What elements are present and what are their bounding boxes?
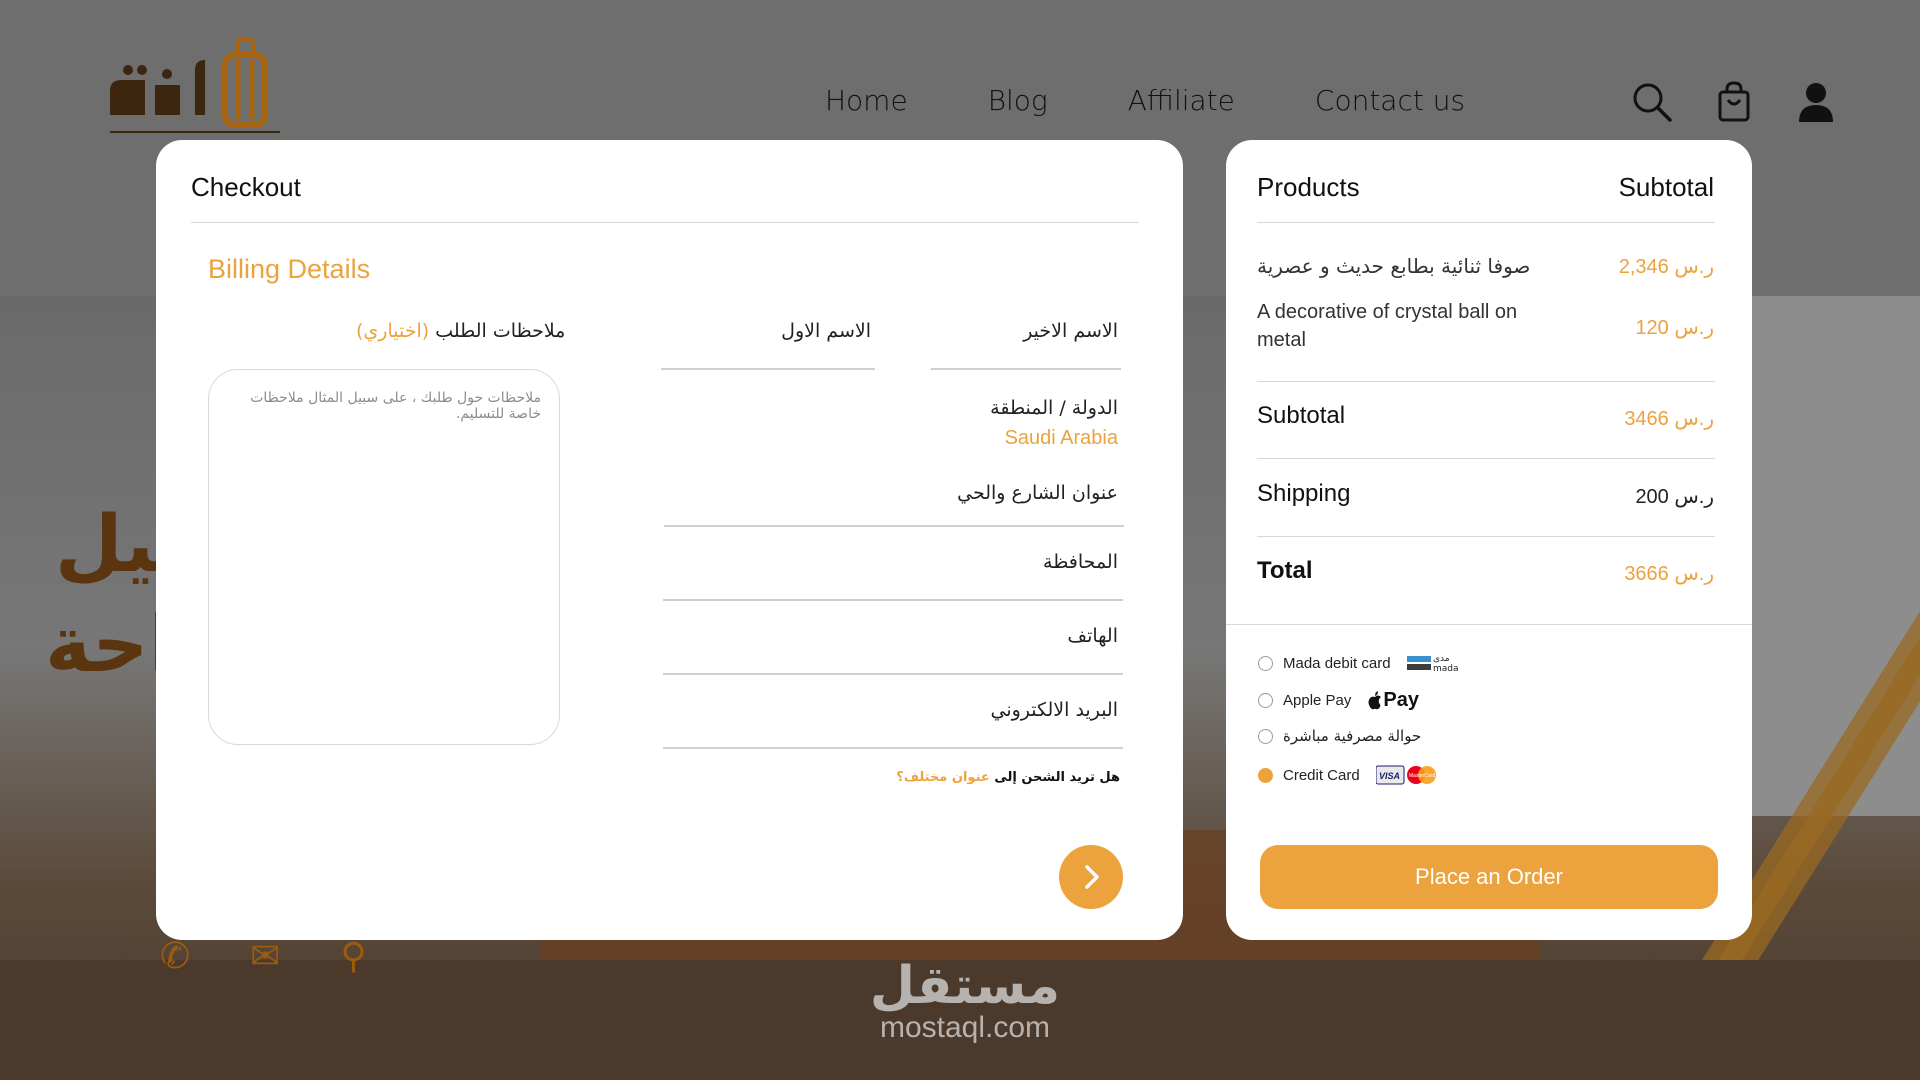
payment-option-bank-transfer[interactable]: حوالة مصرفية مباشرة — [1258, 727, 1421, 745]
payment-option-credit-card[interactable]: Credit Card VISA MasterCard — [1258, 764, 1438, 786]
radio-button[interactable] — [1258, 728, 1273, 744]
first-name-label: الاسم الاول — [781, 320, 871, 342]
apple-pay-logo-text: Pay — [1383, 689, 1419, 711]
watermark-arabic: مستقل — [869, 956, 1061, 1016]
street-field[interactable] — [664, 525, 1124, 527]
payment-option-label: Mada debit card — [1283, 654, 1391, 672]
product-name: A decorative of crystal ball on metal — [1257, 301, 1518, 351]
svg-text:MasterCard: MasterCard — [1409, 773, 1435, 779]
mada-logo-icon: مدى mada — [1406, 652, 1463, 674]
watermark-latin: mostaql.com — [879, 1011, 1051, 1044]
shopping-bag-icon[interactable] — [1712, 80, 1756, 124]
location-icon[interactable]: ⚲ — [340, 935, 366, 977]
province-label: المحافظة — [1043, 551, 1118, 573]
watermark: مستقل mostaql.com — [840, 960, 1090, 1044]
ship-different-address-link[interactable]: عنوان مختلف؟ — [896, 770, 989, 785]
first-name-field[interactable] — [661, 368, 875, 370]
apple-pay-logo-icon: Pay — [1367, 689, 1419, 712]
total-label: Total — [1257, 557, 1313, 584]
last-name-label: الاسم الاخير — [1023, 320, 1118, 342]
payment-option-label: Apple Pay — [1283, 692, 1352, 709]
street-label: عنوان الشارع والحي — [957, 482, 1118, 504]
order-summary-panel: Products Subtotal صوفا ثنائية بطابع حديث… — [1226, 140, 1752, 940]
contact-icons: ✆ ✉ ⚲ — [160, 935, 367, 977]
radio-button[interactable] — [1258, 693, 1273, 708]
search-icon[interactable] — [1630, 80, 1674, 124]
payment-option-mada[interactable]: Mada debit card مدى mada — [1258, 652, 1463, 674]
radio-button-selected[interactable] — [1258, 767, 1273, 783]
phone-icon[interactable]: ✆ — [160, 935, 190, 977]
radio-button[interactable] — [1258, 655, 1273, 671]
total-value: ر.س 3666 — [1624, 563, 1714, 585]
payment-option-apple-pay[interactable]: Apple Pay Pay — [1258, 689, 1419, 712]
checkout-divider — [191, 222, 1139, 223]
user-icon[interactable] — [1794, 80, 1838, 124]
svg-text:مدى: مدى — [1433, 654, 1450, 664]
ship-question-text: هل تريد الشحن إلى — [994, 770, 1120, 785]
order-notes-label-text: ملاحظات الطلب — [435, 320, 566, 342]
subtotal-header: Subtotal — [1618, 172, 1714, 202]
products-divider — [1257, 222, 1715, 223]
card-brands-icon: VISA MasterCard — [1375, 764, 1438, 786]
svg-text:VISA: VISA — [1379, 771, 1400, 781]
province-field[interactable] — [663, 599, 1123, 601]
phone-field[interactable] — [663, 673, 1123, 675]
mail-icon[interactable]: ✉ — [250, 935, 280, 977]
order-notes-input[interactable] — [229, 388, 543, 730]
items-divider — [1257, 381, 1715, 382]
main-nav: Home Blog Affiliate Contact us — [825, 84, 1465, 117]
nav-home[interactable]: Home — [825, 84, 908, 117]
products-header: Products — [1257, 172, 1360, 202]
billing-details-title: Billing Details — [208, 254, 371, 284]
subtotal-label: Subtotal — [1257, 402, 1346, 429]
order-notes-box — [208, 369, 560, 745]
shipping-label: Shipping — [1257, 480, 1351, 507]
country-select[interactable]: Saudi Arabia — [1005, 427, 1118, 450]
nav-affiliate[interactable]: Affiliate — [1128, 84, 1235, 117]
product-name: صوفا ثنائية بطابع حديث و عصرية — [1257, 254, 1531, 278]
product-price: ر.س 2,346 — [1618, 256, 1714, 278]
subtotal-value: ر.س 3466 — [1624, 408, 1714, 430]
shipping-value: ر.س 200 — [1635, 486, 1714, 508]
brand-logo[interactable] — [100, 30, 290, 145]
place-order-button[interactable]: Place an Order — [1260, 845, 1718, 909]
phone-label: الهاتف — [1067, 625, 1118, 647]
nav-blog[interactable]: Blog — [988, 84, 1048, 117]
checkout-panel: Checkout Billing Details الاسم الاخير ال… — [156, 140, 1183, 940]
payment-option-label: حوالة مصرفية مباشرة — [1283, 727, 1422, 745]
last-name-field[interactable] — [931, 368, 1121, 370]
subtotal-divider — [1257, 458, 1715, 459]
email-field[interactable] — [663, 747, 1123, 749]
next-step-button[interactable] — [1059, 845, 1123, 909]
chevron-right-icon — [1085, 865, 1099, 889]
ship-different-address: هل تريد الشحن إلى عنوان مختلف؟ — [896, 770, 1120, 785]
checkout-title: Checkout — [191, 172, 301, 202]
shipping-divider — [1257, 536, 1715, 537]
country-label: الدولة / المنطقة — [990, 397, 1118, 419]
nav-contact-us[interactable]: Contact us — [1315, 84, 1465, 117]
order-notes-optional: (اختياري) — [356, 320, 430, 342]
email-label: البريد الالكتروني — [990, 699, 1119, 721]
svg-text:mada: mada — [1433, 664, 1459, 674]
payment-divider — [1226, 624, 1752, 625]
order-notes-label: ملاحظات الطلب (اختياري) — [356, 320, 565, 342]
product-price: ر.س 120 — [1635, 317, 1714, 339]
payment-option-label: Credit Card — [1283, 766, 1360, 784]
